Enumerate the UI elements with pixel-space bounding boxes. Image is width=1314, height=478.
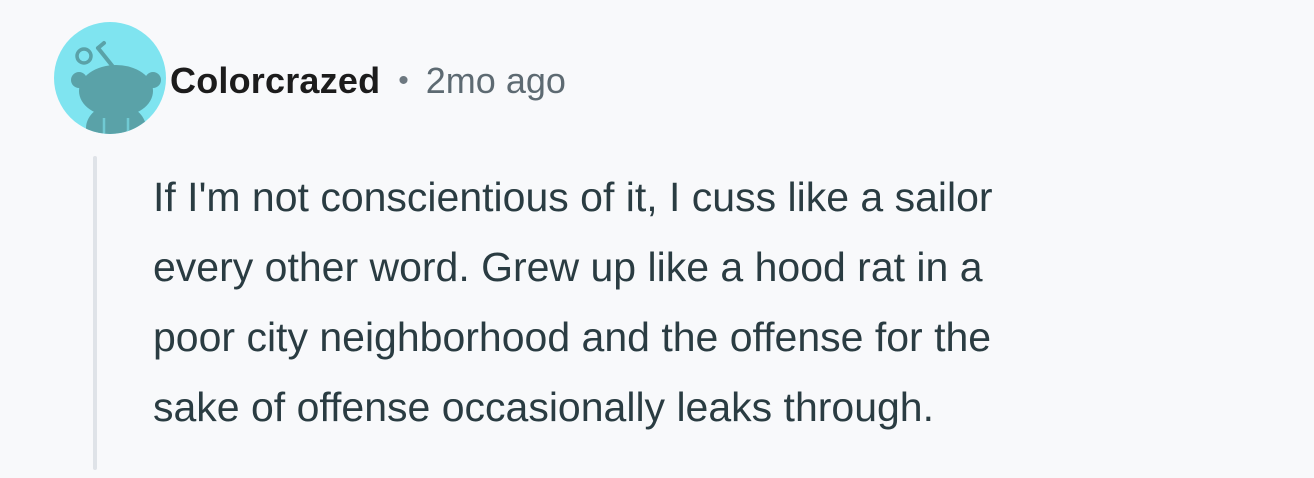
meta-separator: • (398, 64, 409, 97)
comment-timestamp[interactable]: 2mo ago (426, 60, 566, 102)
thread-collapse-line[interactable] (93, 156, 97, 470)
comment-text-line: sake of offense occasionally leaks throu… (153, 384, 935, 430)
comment-text-line: If I'm not conscientious of it, I cuss l… (153, 174, 993, 220)
comment-body: If I'm not conscientious of it, I cuss l… (153, 162, 1273, 442)
username-link[interactable]: Colorcrazed (170, 60, 380, 102)
snoo-avatar-icon (54, 22, 166, 134)
comment-text-line: poor city neighborhood and the offense f… (153, 314, 992, 360)
user-avatar[interactable] (54, 22, 166, 134)
comment-text-line: every other word. Grew up like a hood ra… (153, 244, 983, 290)
comment-meta: Colorcrazed • 2mo ago (170, 56, 566, 106)
